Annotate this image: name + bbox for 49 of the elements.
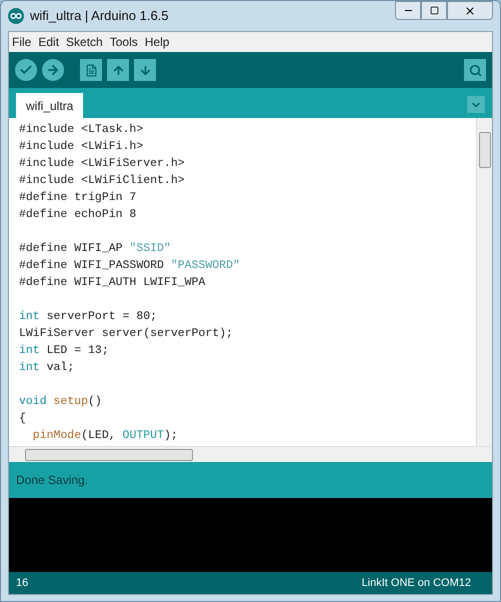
code-line: #define echoPin 8 [19, 207, 136, 223]
close-icon [464, 4, 476, 16]
serial-monitor-button[interactable] [464, 59, 486, 81]
menu-item[interactable]: Tools [110, 33, 138, 51]
menu-item[interactable]: File [12, 33, 32, 51]
upload-button[interactable] [42, 59, 64, 81]
code-line: int serverPort = 80; [19, 309, 158, 325]
code-line: #include <LWiFi.h> [19, 139, 144, 155]
infinity-logo-icon [8, 8, 24, 24]
code-line: void setup() [19, 394, 102, 410]
code-line: #define WIFI_AUTH LWIFI_WPA [19, 275, 206, 291]
board-port-label: LinkIt ONE on COM12 [362, 576, 471, 591]
arrow-right-icon [46, 63, 60, 77]
horizontal-scrollbar[interactable] [9, 446, 492, 462]
code-line: #define WIFI_AP "SSID" [19, 241, 171, 257]
line-number: 16 [16, 576, 28, 591]
code-line: { [19, 411, 26, 427]
arrow-up-icon [112, 64, 124, 76]
file-tab[interactable]: wifi_ultra [16, 93, 84, 118]
new-button[interactable] [80, 59, 102, 81]
close-button[interactable] [447, 1, 493, 20]
window-title: wifi_ultra | Arduino 1.6.5 [30, 7, 169, 26]
menu-item[interactable]: Sketch [66, 33, 103, 51]
document-icon [84, 64, 98, 76]
code-line: int LED = 13; [19, 343, 109, 359]
code-line: LWiFiServer server(serverPort); [19, 326, 233, 342]
scrollbar-thumb[interactable] [25, 448, 193, 460]
code-line: #define trigPin 7 [19, 190, 136, 206]
tab-menu-button[interactable] [467, 96, 485, 113]
code-editor[interactable] [9, 118, 492, 446]
code-line: pinMode(LED, OUTPUT); [32, 428, 178, 444]
code-line: #define WIFI_PASSWORD "PASSWORD" [19, 258, 240, 274]
vertical-scrollbar[interactable] [476, 118, 492, 446]
save-button[interactable] [134, 59, 156, 81]
code-line: #include <LTask.h> [19, 122, 144, 138]
maximize-button[interactable] [421, 1, 447, 20]
menu-item[interactable]: Help [144, 33, 170, 51]
search-icon [468, 64, 482, 76]
code-line: #include <LWiFiServer.h> [19, 156, 185, 172]
arrow-down-icon [138, 64, 152, 76]
verify-button[interactable] [15, 59, 37, 81]
menu-item[interactable]: Edit [38, 33, 60, 51]
code-line: #include <LWiFiClient.h> [19, 173, 185, 189]
check-icon [19, 63, 33, 77]
status-message: Done Saving. [16, 472, 88, 489]
scrollbar-thumb[interactable] [478, 132, 490, 168]
maximize-icon [430, 6, 438, 15]
code-line: int val; [19, 360, 74, 376]
open-button[interactable] [107, 59, 129, 81]
